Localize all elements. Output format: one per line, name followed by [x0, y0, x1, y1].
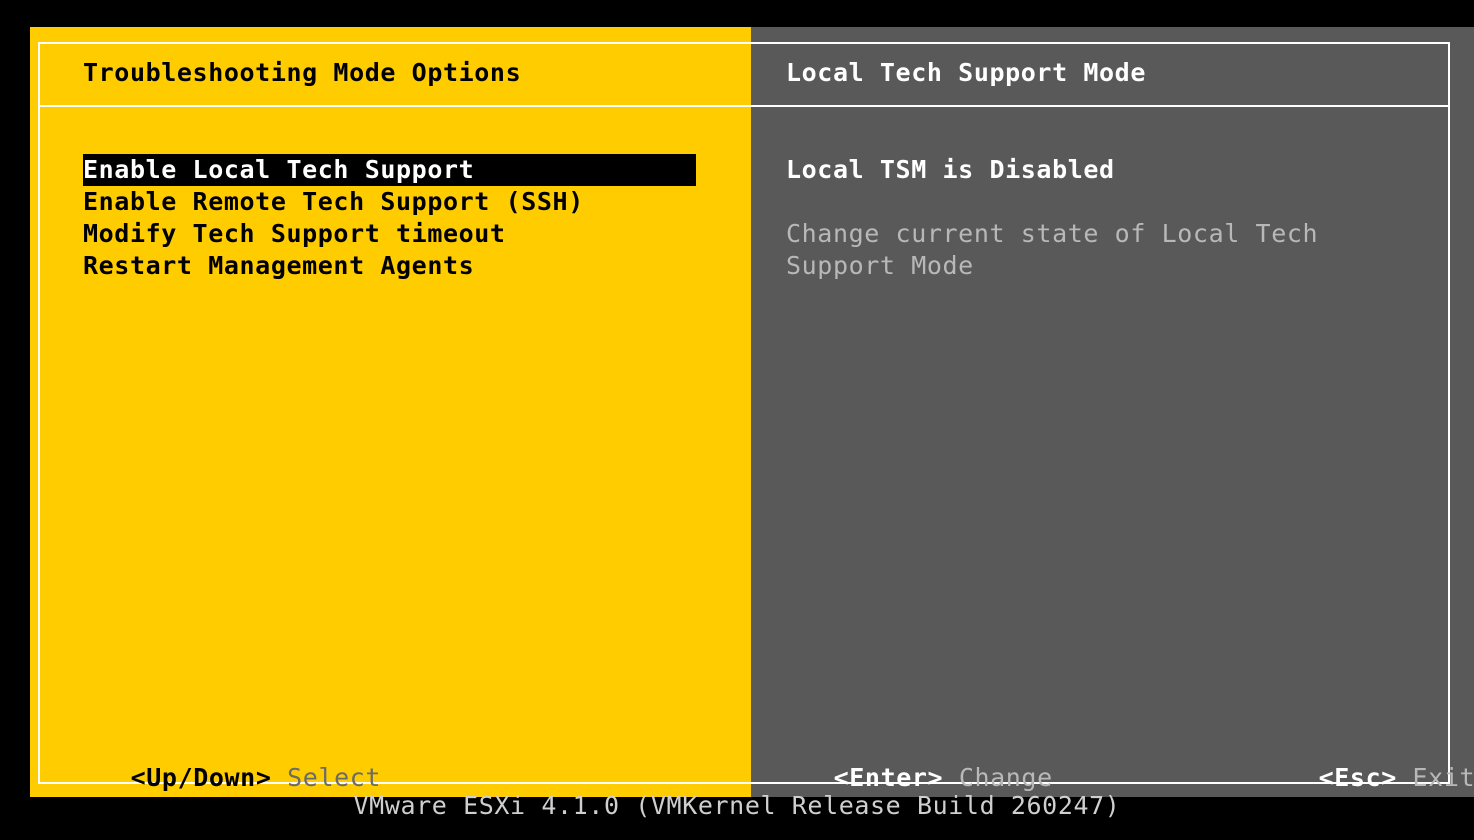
local-tsm-status: Local TSM is Disabled: [786, 155, 1115, 184]
version-footer: VMware ESXi 4.1.0 (VMKernel Release Buil…: [353, 791, 1121, 820]
header-divider: [38, 105, 1450, 107]
change-action-label: Change: [958, 763, 1053, 792]
select-action-label: Select: [287, 763, 382, 792]
enter-key-label: <Enter>: [833, 763, 944, 792]
menu-item-enable-local-tech-support[interactable]: Enable Local Tech Support: [83, 154, 696, 186]
description-line-1: Change current state of Local Tech: [786, 219, 1319, 248]
menu-item-restart-management-agents[interactable]: Restart Management Agents: [83, 250, 696, 282]
right-panel-title: Local Tech Support Mode: [786, 58, 1146, 87]
exit-action-label: Exit: [1412, 763, 1474, 792]
left-panel-title: Troubleshooting Mode Options: [83, 58, 522, 87]
menu-item-modify-tech-support-timeout[interactable]: Modify Tech Support timeout: [83, 218, 696, 250]
description-line-2: Support Mode: [786, 251, 974, 280]
up-down-key-label: <Up/Down>: [130, 763, 272, 792]
left-pane: [30, 27, 751, 797]
esc-key-label: <Esc>: [1318, 763, 1397, 792]
menu-item-enable-remote-tech-support[interactable]: Enable Remote Tech Support (SSH): [83, 186, 696, 218]
esxi-dcui-screen: Troubleshooting Mode Options Enable Loca…: [0, 0, 1474, 840]
right-pane: [751, 27, 1474, 797]
